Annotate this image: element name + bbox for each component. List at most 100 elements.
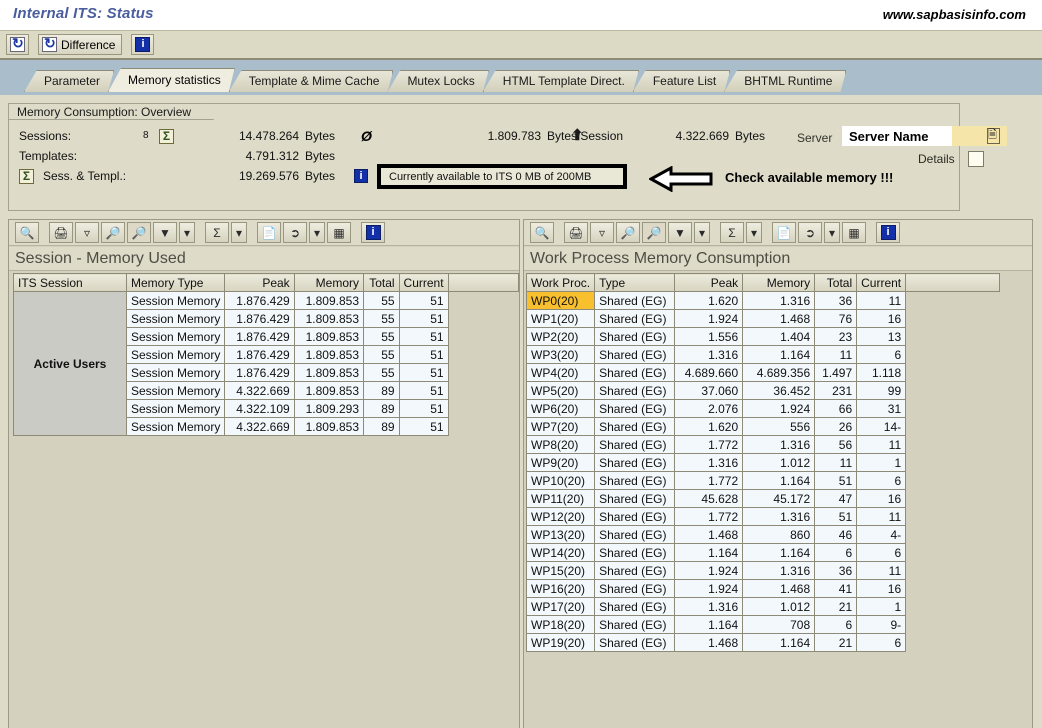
export-icon[interactable]: ➲ [283,222,307,243]
set-filter-icon[interactable]: ▼ [668,222,692,243]
cell-current: 13 [856,327,907,346]
table-row[interactable]: WP17(20) Shared (EG) 1.316 1.012 21 1 [525,597,1000,616]
cell-type: Shared (EG) [594,453,676,472]
table-row[interactable]: WP18(20) Shared (EG) 1.164 708 6 9- [525,615,1000,634]
filter-menu-icon[interactable]: ▾ [179,222,195,243]
cell-memory: 1.809.853 [293,345,365,364]
print-icon[interactable]: 🖨 [564,222,588,243]
table-row[interactable]: Active Users Session Memory 1.876.429 1.809… [13,291,519,436]
sum-icon[interactable]: Σ [720,222,744,243]
export-menu-icon[interactable]: ▾ [824,222,840,243]
detail-magnifier-icon[interactable]: 🔍 [530,222,554,243]
cell-type: Session Memory [125,399,226,418]
server-value-help-icon[interactable] [987,126,1000,145]
server-label: Server [797,131,833,145]
difference-button[interactable]: Difference [38,34,123,55]
tab-feature-list[interactable]: Feature List [633,70,730,92]
table-row[interactable]: WP4(20) Shared (EG) 4.689.660 4.689.356 1.49… [525,363,1000,382]
export-icon[interactable]: ➲ [798,222,822,243]
filter-funnel-icon[interactable]: ▿ [590,222,614,243]
table-row[interactable]: WP5(20) Shared (EG) 37.060 36.452 231 99 [525,381,1000,400]
find-icon[interactable]: 🔎 [101,222,125,243]
detail-magnifier-icon[interactable]: 🔍 [15,222,39,243]
table-row[interactable]: WP14(20) Shared (EG) 1.164 1.164 6 6 [525,543,1000,562]
find-next-icon: 🔎 [127,222,151,243]
print-preview-icon[interactable]: 📄 [772,222,796,243]
row-group-active-users: Active Users [13,291,127,436]
col-current[interactable]: Current [398,273,449,292]
col-peak[interactable]: Peak [674,273,744,292]
cell-wp: WP16(20) [525,579,596,598]
tab-mutex-locks[interactable]: Mutex Locks [387,70,488,92]
col-memory-type[interactable]: Memory Type [125,273,226,292]
tab-parameter[interactable]: Parameter [24,70,114,92]
tab-memory-statistics[interactable]: Memory statistics [108,68,235,92]
table-row[interactable]: WP15(20) Shared (EG) 1.924 1.316 36 11 [525,561,1000,580]
cell-type: Shared (EG) [594,291,676,310]
filter-menu-icon[interactable]: ▾ [694,222,710,243]
find-icon[interactable]: 🔎 [616,222,640,243]
cell-memory: 1.809.853 [293,363,365,382]
col-total[interactable]: Total [363,273,400,292]
table-row[interactable]: WP0(20) Shared (EG) 1.620 1.316 36 11 [525,291,1000,310]
table-row[interactable]: WP3(20) Shared (EG) 1.316 1.164 11 6 [525,345,1000,364]
server-input-value: Server Name [849,128,929,144]
server-input[interactable]: Server Name [842,126,952,146]
table-row[interactable]: WP11(20) Shared (EG) 45.628 45.172 47 16 [525,489,1000,508]
cell-current: 6 [856,543,907,562]
cell-total: 36 [814,291,858,310]
col-total[interactable]: Total [814,273,858,292]
cell-type: Shared (EG) [594,561,676,580]
table-row[interactable]: WP8(20) Shared (EG) 1.772 1.316 56 11 [525,435,1000,454]
export-menu-icon[interactable]: ▾ [309,222,325,243]
cell-memory: 1.809.853 [293,417,365,436]
cell-current: 11 [856,561,907,580]
info-icon[interactable] [354,169,368,183]
print-icon[interactable]: 🖨 [49,222,73,243]
table-row[interactable]: WP10(20) Shared (EG) 1.772 1.164 51 6 [525,471,1000,490]
cell-memory: 1.809.853 [293,291,365,310]
col-memory[interactable]: Memory [293,273,365,292]
available-memory-text: Currently available to ITS 0 MB of 200MB [389,170,592,183]
tab-bhtml-runtime[interactable]: BHTML Runtime [724,70,846,92]
info-button[interactable] [131,34,155,55]
table-row[interactable]: WP7(20) Shared (EG) 1.620 556 26 14- [525,417,1000,436]
table-row[interactable]: WP9(20) Shared (EG) 1.316 1.012 11 1 [525,453,1000,472]
tab-html-template-direct[interactable]: HTML Template Direct. [483,70,639,92]
table-row[interactable]: WP19(20) Shared (EG) 1.468 1.164 21 6 [525,633,1000,652]
cell-type: Shared (EG) [594,399,676,418]
refresh-button[interactable] [6,34,29,55]
col-work-proc[interactable]: Work Proc. [525,273,596,292]
spreadsheet-icon[interactable]: ▦ [327,222,351,243]
cell-peak: 1.316 [674,453,744,472]
table-row[interactable]: WP16(20) Shared (EG) 1.924 1.468 41 16 [525,579,1000,598]
col-current[interactable]: Current [856,273,907,292]
cell-spacer [905,579,1000,598]
sum-menu-icon[interactable]: ▾ [746,222,762,243]
info-icon[interactable] [876,222,900,243]
table-row[interactable]: WP13(20) Shared (EG) 1.468 860 46 4- [525,525,1000,544]
col-type[interactable]: Type [594,273,676,292]
tab-template-mime-cache[interactable]: Template & Mime Cache [229,70,394,92]
filter-funnel-icon[interactable]: ▿ [75,222,99,243]
spreadsheet-icon[interactable]: ▦ [842,222,866,243]
info-icon[interactable] [361,222,385,243]
set-filter-icon[interactable]: ▼ [153,222,177,243]
cell-total: 76 [814,309,858,328]
table-row[interactable]: WP6(20) Shared (EG) 2.076 1.924 66 31 [525,399,1000,418]
sum-menu-icon[interactable]: ▾ [231,222,247,243]
details-checkbox[interactable] [968,151,984,167]
cell-total: 36 [814,561,858,580]
table-row[interactable]: WP2(20) Shared (EG) 1.556 1.404 23 13 [525,327,1000,346]
table-row[interactable]: WP1(20) Shared (EG) 1.924 1.468 76 16 [525,309,1000,328]
sum-icon[interactable]: Σ [205,222,229,243]
table-row[interactable]: WP12(20) Shared (EG) 1.772 1.316 51 11 [525,507,1000,526]
cell-type: Shared (EG) [594,471,676,490]
cell-type: Shared (EG) [594,633,676,652]
cell-type: Shared (EG) [594,417,676,436]
print-preview-icon[interactable]: 📄 [257,222,281,243]
col-its-session[interactable]: ITS Session [13,273,127,292]
col-memory[interactable]: Memory [742,273,816,292]
cell-wp: WP13(20) [525,525,596,544]
col-peak[interactable]: Peak [224,273,295,292]
